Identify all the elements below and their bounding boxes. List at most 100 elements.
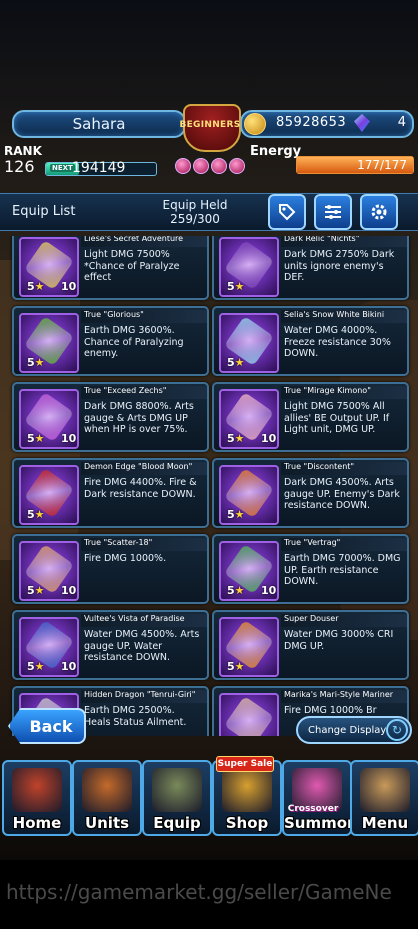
menu-book-icon: [360, 768, 410, 812]
equip-thumbnail: 5★: [219, 237, 279, 297]
nav-label: Shop: [225, 814, 269, 832]
equip-level: 10: [261, 584, 277, 597]
bottom-nav: Home Units Equip Shop Summon Menu: [0, 760, 418, 836]
nav-label: Equip: [153, 814, 201, 832]
rarity-stars: 5★: [27, 508, 45, 521]
gem-count: 4: [397, 115, 406, 130]
tag-button[interactable]: [268, 194, 306, 230]
equip-name: Vultee's Vista of Paradise: [81, 614, 207, 627]
coin-icon: [244, 113, 266, 135]
equip-thumbnail: 5★: [19, 313, 79, 373]
equip-card[interactable]: 5★ Dark Relic "Nichts" Dark DMG 2750% Dark…: [212, 236, 409, 300]
equip-card[interactable]: 5★ 10 Vultee's Vista of Paradise Water DMG …: [12, 610, 209, 680]
equip-description: Water DMG 4000%. Freeze resistance 30% D…: [284, 325, 391, 359]
player-name-plate[interactable]: Sahara: [12, 110, 186, 138]
equip-card[interactable]: 5★ 10 True "Scatter-18" Fire DMG 1000%.: [12, 534, 209, 604]
equip-thumbnail: 5★: [19, 465, 79, 525]
units-icon: [82, 768, 132, 812]
equip-name: True "Exceed Zechs": [81, 386, 207, 399]
equip-name: Demon Edge "Blood Moon": [81, 462, 207, 475]
nav-label: Menu: [361, 814, 409, 832]
equip-level: 10: [261, 432, 277, 445]
rarity-stars: 5★: [227, 508, 245, 521]
equip-held-label: Equip Held: [162, 198, 228, 212]
equip-description: Fire DMG 1000% Br: [284, 705, 377, 716]
tag-icon: [279, 204, 296, 221]
home-icon: [12, 768, 62, 812]
equip-name: True "Discontent": [281, 462, 407, 475]
equip-card[interactable]: 5★ 10 Liese's Secret Adventure Light DMG 75…: [12, 236, 209, 300]
equip-thumbnail: 5★: [219, 617, 279, 677]
equip-description: Dark DMG 4500%. Arts gauge UP. Enemy's D…: [284, 477, 400, 511]
currency-plate[interactable]: 85928653 4: [240, 110, 414, 138]
energy-value: 177/177: [357, 158, 407, 172]
equip-thumbnail: 5★: [219, 465, 279, 525]
equip-description: Earth DMG 7000%. DMG UP. Earth resistanc…: [284, 553, 401, 587]
nav-menu[interactable]: Menu: [350, 760, 418, 836]
player-name: Sahara: [72, 115, 126, 133]
equip-list-title: Equip List: [12, 204, 76, 219]
equip-thumbnail: 5★ 10: [219, 541, 279, 601]
rarity-stars: 5★: [27, 280, 45, 293]
rarity-stars: 5★: [227, 432, 245, 445]
equip-card[interactable]: 5★ True "Discontent" Dark DMG 4500%. Arts …: [212, 458, 409, 528]
rarity-stars: 5★: [27, 432, 45, 445]
watermark-text: https://gamemarket.gg/seller/GameNe: [6, 880, 392, 904]
rank-emblem: BEGINNERS: [175, 100, 245, 186]
settings-button[interactable]: [360, 194, 398, 230]
equip-name: True "Scatter-18": [81, 538, 207, 551]
equip-name: Selia's Snow White Bikini: [281, 310, 407, 323]
back-button[interactable]: Back: [8, 708, 86, 744]
equip-thumbnail: 5★ 10: [219, 389, 279, 449]
rank-value: 126: [4, 157, 35, 176]
equip-description: Earth DMG 2500%. Heals Status Ailment.: [84, 705, 187, 728]
equip-card[interactable]: 5★ 10 True "Mirage Kimono" Light DMG 7500% …: [212, 382, 409, 452]
super-sale-badge: Super Sale: [216, 756, 274, 772]
orb-icon: [211, 158, 227, 174]
rarity-stars: 5★: [27, 660, 45, 673]
equip-name: Super Douser: [281, 614, 407, 627]
equip-card[interactable]: 5★ Super Douser Water DMG 3000% CRI DMG UP…: [212, 610, 409, 680]
equip-level: 10: [61, 280, 77, 293]
equip-description: Light DMG 7500% All allies' BE Output UP…: [284, 401, 390, 435]
equip-name: Dark Relic "Nichts": [281, 236, 407, 247]
equip-card[interactable]: 5★ True "Glorious" Earth DMG 3600%. Chance…: [12, 306, 209, 376]
equip-card[interactable]: 5★ Selia's Snow White Bikini Water DMG 400…: [212, 306, 409, 376]
equip-held-value: 259/300: [170, 212, 220, 226]
nav-label: Summon: [284, 814, 352, 832]
nav-summon[interactable]: Summon: [282, 760, 352, 836]
equip-card[interactable]: 5★ 10 True "Vertrag" Earth DMG 7000%. DMG U…: [212, 534, 409, 604]
equip-name: True "Mirage Kimono": [281, 386, 407, 399]
nav-units[interactable]: Units: [72, 760, 142, 836]
equip-name: Hidden Dragon "Tenrui-Giri": [81, 690, 207, 703]
change-display-label: Change Display: [308, 724, 387, 736]
rarity-stars: 5★: [227, 584, 245, 597]
equip-thumbnail: 5★ 10: [19, 541, 79, 601]
equip-thumbnail: 5★: [219, 313, 279, 373]
equip-thumbnail: 5★ 10: [19, 237, 79, 297]
equip-name: Liese's Secret Adventure: [81, 236, 207, 247]
shop-icon: [222, 768, 272, 812]
nav-equip[interactable]: Equip: [142, 760, 212, 836]
rarity-stars: 5★: [27, 356, 45, 369]
nav-label: Home: [12, 814, 62, 832]
equip-level: 10: [61, 584, 77, 597]
change-display-button[interactable]: Change Display ↻: [296, 716, 412, 744]
rarity-stars: 5★: [27, 584, 45, 597]
equip-level: 10: [61, 432, 77, 445]
equip-list-header: Equip List Equip Held 259/300: [0, 193, 418, 231]
equip-card[interactable]: 5★ Demon Edge "Blood Moon" Fire DMG 4400%.…: [12, 458, 209, 528]
filter-sort-button[interactable]: [314, 194, 352, 230]
gear-icon: [371, 204, 387, 220]
orb-icon: [193, 158, 209, 174]
equip-level: 10: [61, 660, 77, 673]
equip-card[interactable]: 5★ 10 True "Exceed Zechs" Dark DMG 8800%. A…: [12, 382, 209, 452]
energy-bar: 177/177: [296, 156, 414, 174]
equip-name: True "Glorious": [81, 310, 207, 323]
crossover-badge: Crossover: [287, 804, 339, 814]
equip-grid: 5★ 10 Liese's Secret Adventure Light DMG 75…: [0, 236, 418, 736]
energy-label: Energy: [250, 144, 302, 159]
nav-home[interactable]: Home: [2, 760, 72, 836]
gem-icon: [354, 114, 370, 132]
equip-icon: [152, 768, 202, 812]
